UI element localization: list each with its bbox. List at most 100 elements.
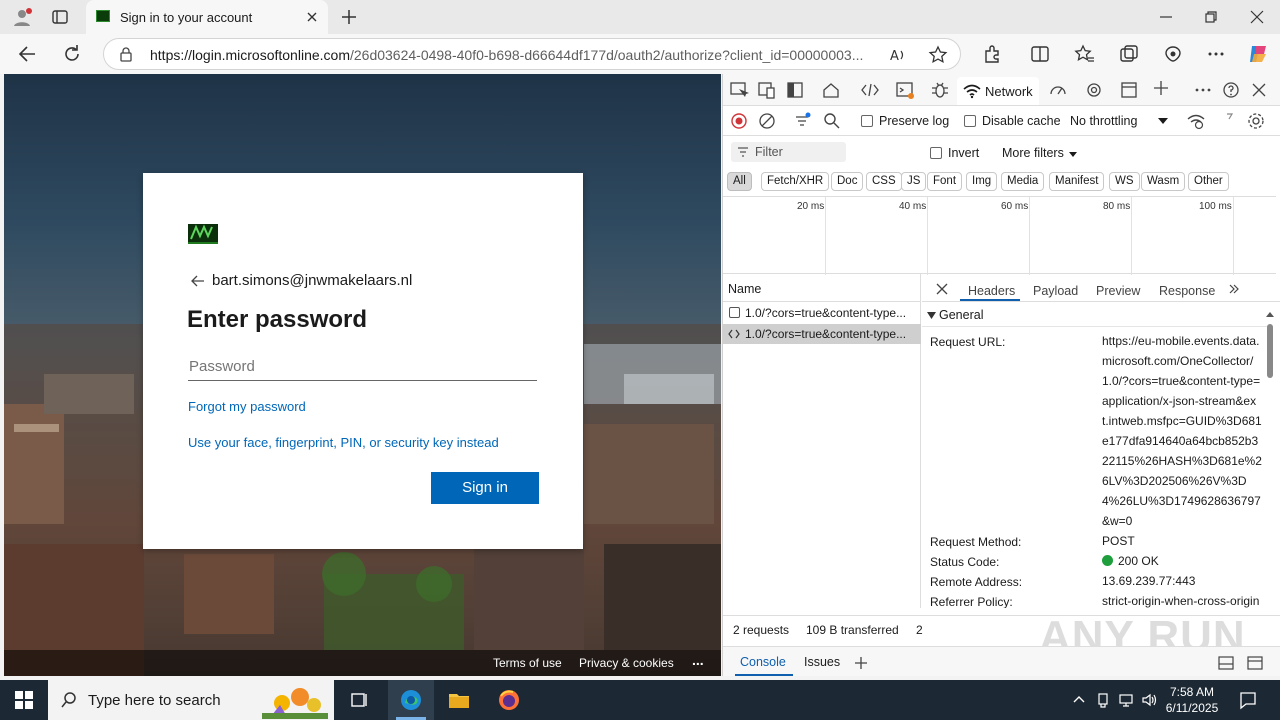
- type-manifest[interactable]: Manifest: [1049, 172, 1105, 191]
- dock-icon[interactable]: [785, 80, 805, 100]
- site-info-icon[interactable]: [118, 46, 134, 62]
- more-filters-chevron-icon[interactable]: [1068, 149, 1078, 159]
- passwordless-link[interactable]: Use your face, fingerprint, PIN, or secu…: [188, 435, 499, 450]
- filter-toggle-icon[interactable]: [793, 111, 813, 131]
- type-media[interactable]: Media: [1001, 172, 1045, 191]
- throttling-select[interactable]: No throttling: [1070, 114, 1137, 128]
- type-js[interactable]: JS: [901, 172, 927, 191]
- tray-volume-icon[interactable]: [1141, 692, 1157, 708]
- scroll-thumb[interactable]: [1267, 324, 1273, 378]
- network-conditions-icon[interactable]: [1186, 111, 1206, 131]
- type-wasm[interactable]: Wasm: [1141, 172, 1186, 191]
- read-aloud-icon[interactable]: A: [889, 46, 907, 64]
- taskbar-search[interactable]: Type here to search: [48, 680, 334, 720]
- tab-preview[interactable]: Preview: [1096, 284, 1140, 298]
- invert-checkbox[interactable]: [930, 147, 942, 159]
- copilot-icon[interactable]: [1246, 42, 1270, 66]
- more-tools-plus-icon[interactable]: [1151, 78, 1171, 98]
- help-icon[interactable]: [1221, 80, 1241, 100]
- sign-in-button[interactable]: Sign in: [431, 472, 539, 504]
- forgot-password-link[interactable]: Forgot my password: [188, 399, 306, 414]
- scroll-up-icon[interactable]: [1265, 310, 1275, 320]
- close-devtools-icon[interactable]: [1249, 80, 1269, 100]
- devtools-more-icon[interactable]: [1193, 80, 1213, 100]
- tab-headers[interactable]: Headers: [968, 284, 1015, 298]
- more-options-icon[interactable]: [1205, 43, 1227, 65]
- type-img[interactable]: Img: [966, 172, 998, 191]
- password-input[interactable]: [188, 353, 537, 381]
- tray-chevron-icon[interactable]: [1072, 693, 1086, 707]
- extensions-icon[interactable]: [981, 43, 1003, 65]
- application-icon[interactable]: [1119, 80, 1139, 100]
- more-footer-button[interactable]: ...: [692, 652, 704, 668]
- filter-input[interactable]: Filter: [731, 142, 846, 162]
- close-drawer-icon[interactable]: [1246, 655, 1264, 671]
- windows-start-icon[interactable]: [12, 688, 36, 712]
- disable-cache-checkbox[interactable]: [964, 115, 976, 127]
- search-icon[interactable]: [822, 111, 842, 131]
- memory-icon[interactable]: [1084, 80, 1104, 100]
- firefox-icon[interactable]: [497, 688, 521, 712]
- edge-browser-icon[interactable]: [399, 688, 423, 712]
- elements-icon[interactable]: [860, 80, 880, 100]
- more-filters-button[interactable]: More filters: [1002, 146, 1064, 160]
- request-row[interactable]: 1.0/?cors=true&content-type...: [723, 303, 921, 323]
- profile-icon[interactable]: [12, 7, 32, 27]
- close-detail-icon[interactable]: [935, 282, 949, 296]
- welcome-home-icon[interactable]: [821, 80, 841, 100]
- tab-payload[interactable]: Payload: [1033, 284, 1078, 298]
- console-icon[interactable]: [895, 80, 915, 100]
- tray-network-icon[interactable]: [1118, 692, 1134, 708]
- tab-sign-in[interactable]: Sign in to your account: [86, 0, 328, 34]
- clear-icon[interactable]: [757, 111, 777, 131]
- address-bar[interactable]: https://login.microsoftonline.com/26d036…: [103, 38, 961, 70]
- detail-scrollbar[interactable]: [1263, 310, 1277, 640]
- record-icon[interactable]: [729, 111, 749, 131]
- tray-usb-icon[interactable]: [1095, 692, 1111, 708]
- terms-link[interactable]: Terms of use: [493, 656, 562, 670]
- tab-network[interactable]: Network: [957, 77, 1039, 105]
- tab-response[interactable]: Response: [1159, 284, 1215, 298]
- type-font[interactable]: Font: [927, 172, 963, 191]
- drawer-tab-issues[interactable]: Issues: [804, 655, 840, 669]
- browser-essentials-icon[interactable]: [1162, 43, 1184, 65]
- close-tab-icon[interactable]: [304, 9, 320, 25]
- split-screen-icon[interactable]: [1029, 43, 1051, 65]
- preserve-log-checkbox[interactable]: [861, 115, 873, 127]
- task-view-icon[interactable]: [348, 688, 372, 712]
- performance-icon[interactable]: [1048, 80, 1068, 100]
- type-fetch-xhr[interactable]: Fetch/XHR: [761, 172, 830, 191]
- timeline-overview[interactable]: 20 ms 40 ms 60 ms 80 ms 100 ms: [723, 196, 1276, 275]
- back-icon[interactable]: [17, 43, 39, 65]
- network-settings-gear-icon[interactable]: [1246, 111, 1266, 131]
- privacy-link[interactable]: Privacy & cookies: [579, 656, 674, 670]
- notifications-icon[interactable]: [1238, 690, 1258, 710]
- add-drawer-tab-icon[interactable]: [853, 655, 869, 671]
- more-tabs-chevron-icon[interactable]: [1227, 282, 1241, 296]
- inspect-element-icon[interactable]: [729, 80, 749, 100]
- file-explorer-icon[interactable]: [447, 688, 471, 712]
- type-ws[interactable]: WS: [1109, 172, 1140, 191]
- name-column-header[interactable]: Name: [723, 274, 921, 302]
- drawer-tab-console[interactable]: Console: [740, 655, 786, 669]
- collections-icon[interactable]: [1118, 43, 1140, 65]
- taskbar-clock[interactable]: 7:58 AM 6/11/2025: [1160, 684, 1224, 716]
- type-other[interactable]: Other: [1188, 172, 1229, 191]
- general-section-header[interactable]: General: [922, 303, 1267, 327]
- favorite-star-icon[interactable]: [928, 45, 948, 65]
- minimize-icon[interactable]: [1157, 8, 1175, 26]
- restore-icon[interactable]: [1202, 8, 1220, 26]
- sources-bug-icon[interactable]: [930, 80, 950, 100]
- chevron-down-icon[interactable]: [1155, 113, 1171, 129]
- import-har-icon[interactable]: [1219, 111, 1239, 131]
- type-all[interactable]: All: [727, 172, 752, 191]
- type-doc[interactable]: Doc: [831, 172, 864, 191]
- refresh-icon[interactable]: [61, 43, 83, 65]
- request-row-selected[interactable]: 1.0/?cors=true&content-type...: [723, 324, 921, 344]
- back-arrow-icon[interactable]: [191, 274, 205, 288]
- tab-actions-icon[interactable]: [52, 9, 68, 25]
- close-window-icon[interactable]: [1248, 8, 1266, 26]
- new-tab-icon[interactable]: [340, 8, 358, 26]
- device-emulation-icon[interactable]: [757, 80, 777, 100]
- favorites-icon[interactable]: [1073, 43, 1095, 65]
